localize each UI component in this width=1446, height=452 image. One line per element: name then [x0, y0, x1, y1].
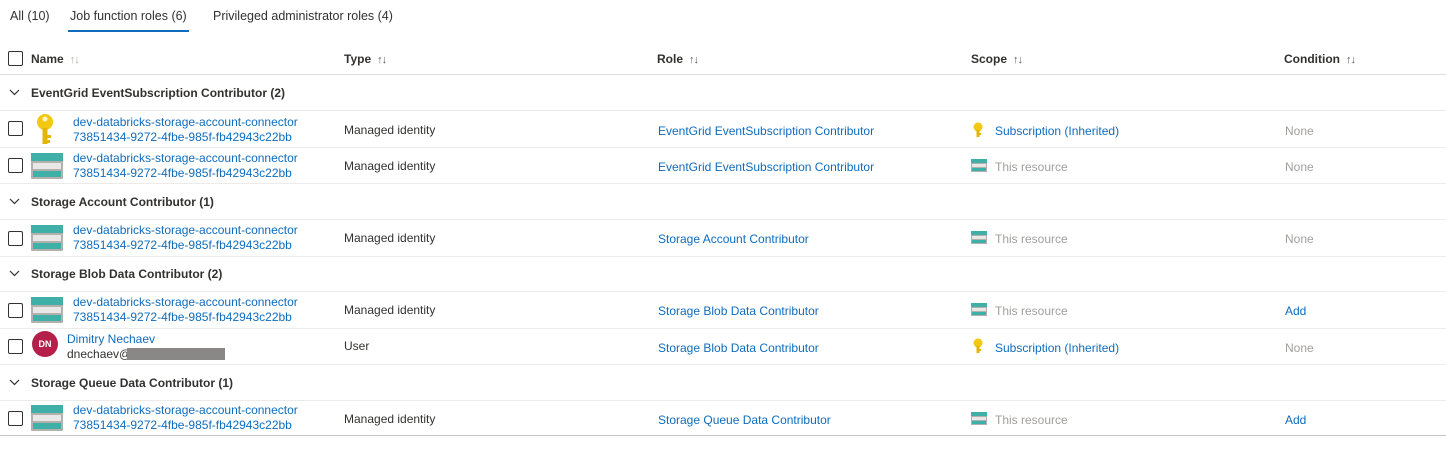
- principal-id[interactable]: 73851434-9272-4fbe-985f-fb42943c22bb: [73, 418, 292, 432]
- principal-id[interactable]: 73851434-9272-4fbe-985f-fb42943c22bb: [73, 166, 292, 180]
- principal-name-link[interactable]: dev-databricks-storage-account-connector: [73, 115, 298, 129]
- condition-cell: None: [1285, 341, 1314, 355]
- table-bottom-border: [0, 435, 1446, 436]
- key-icon: [973, 122, 983, 137]
- select-all-checkbox[interactable]: [8, 51, 23, 66]
- tab-all[interactable]: All (10): [10, 9, 50, 23]
- scope-cell: This resource: [995, 304, 1068, 318]
- sort-icon: ↑↓: [69, 54, 80, 66]
- key-icon: [37, 114, 53, 144]
- row-checkbox[interactable]: [8, 339, 23, 354]
- type-cell: Managed identity: [344, 123, 436, 137]
- row-checkbox[interactable]: [8, 158, 23, 173]
- role-link[interactable]: Storage Blob Data Contributor: [658, 304, 819, 318]
- principal-name-link[interactable]: dev-databricks-storage-account-connector: [73, 151, 298, 165]
- storage-account-icon: [31, 297, 63, 323]
- avatar: DN: [32, 331, 58, 357]
- chevron-down-icon[interactable]: [9, 196, 20, 207]
- role-link[interactable]: Storage Blob Data Contributor: [658, 341, 819, 355]
- tab-privileged-administrator-roles[interactable]: Privileged administrator roles (4): [213, 9, 393, 23]
- sort-icon: ↑↓: [377, 54, 387, 66]
- group-header[interactable]: EventGrid EventSubscription Contributor …: [0, 75, 1446, 111]
- type-cell: Managed identity: [344, 412, 436, 426]
- table-row[interactable]: dev-databricks-storage-account-connector…: [0, 111, 1446, 148]
- principal-name-link[interactable]: dev-databricks-storage-account-connector: [73, 223, 298, 237]
- scope-link[interactable]: Subscription (Inherited): [995, 124, 1119, 138]
- storage-account-icon: [971, 412, 987, 425]
- table-row[interactable]: dev-databricks-storage-account-connector…: [0, 401, 1446, 435]
- scope-cell: This resource: [995, 413, 1068, 427]
- principal-id[interactable]: 73851434-9272-4fbe-985f-fb42943c22bb: [73, 130, 292, 144]
- storage-account-icon: [31, 405, 63, 431]
- table-header: Name ↑↓ Type ↑↓ Role ↑↓ Scope ↑↓ Condition ↑↓: [0, 44, 1446, 75]
- storage-account-icon: [31, 225, 63, 251]
- condition-add-link[interactable]: Add: [1285, 304, 1306, 318]
- principal-name-link[interactable]: dev-databricks-storage-account-connector: [73, 403, 298, 417]
- group-header[interactable]: Storage Queue Data Contributor (1): [0, 365, 1446, 401]
- role-tabs: All (10) Job function roles (6) Privileg…: [0, 0, 1446, 34]
- group-title: Storage Queue Data Contributor (1): [31, 376, 234, 390]
- type-cell: User: [344, 339, 370, 353]
- storage-account-icon: [971, 231, 987, 244]
- sort-icon: ↑↓: [689, 54, 699, 66]
- principal-id[interactable]: 73851434-9272-4fbe-985f-fb42943c22bb: [73, 310, 292, 324]
- group-header[interactable]: Storage Blob Data Contributor (2): [0, 256, 1446, 292]
- principal-name-link[interactable]: dev-databricks-storage-account-connector: [73, 295, 298, 309]
- principal-name-link[interactable]: Dimitry Nechaev: [67, 332, 155, 346]
- column-header-role[interactable]: Role ↑↓: [657, 52, 699, 66]
- storage-account-icon: [31, 153, 63, 179]
- tab-job-function-roles[interactable]: Job function roles (6): [68, 9, 189, 32]
- chevron-down-icon[interactable]: [9, 377, 20, 388]
- role-link[interactable]: Storage Queue Data Contributor: [658, 413, 831, 427]
- group-title: EventGrid EventSubscription Contributor …: [31, 86, 286, 100]
- scope-cell: This resource: [995, 160, 1068, 174]
- table-row[interactable]: dev-databricks-storage-account-connector…: [0, 148, 1446, 184]
- type-cell: Managed identity: [344, 159, 436, 173]
- sort-icon: ↑↓: [1345, 54, 1356, 66]
- column-header-condition[interactable]: Condition ↑↓: [1284, 52, 1356, 66]
- condition-add-link[interactable]: Add: [1285, 413, 1306, 427]
- scope-cell: This resource: [995, 232, 1068, 246]
- table-row[interactable]: DN Dimitry Nechaev dnechaev@ User Storag…: [0, 328, 1446, 365]
- principal-email: dnechaev@: [67, 347, 132, 361]
- principal-id[interactable]: 73851434-9272-4fbe-985f-fb42943c22bb: [73, 238, 292, 252]
- chevron-down-icon[interactable]: [9, 87, 20, 98]
- condition-cell: None: [1285, 232, 1314, 246]
- role-link[interactable]: Storage Account Contributor: [658, 232, 809, 246]
- condition-cell: None: [1285, 160, 1314, 174]
- redacted-block: [127, 348, 225, 360]
- row-checkbox[interactable]: [8, 303, 23, 318]
- type-cell: Managed identity: [344, 231, 436, 245]
- row-checkbox[interactable]: [8, 231, 23, 246]
- condition-cell: None: [1285, 124, 1314, 138]
- table-row[interactable]: dev-databricks-storage-account-connector…: [0, 220, 1446, 257]
- chevron-down-icon[interactable]: [9, 268, 20, 279]
- storage-account-icon: [971, 303, 987, 316]
- table-row[interactable]: dev-databricks-storage-account-connector…: [0, 292, 1446, 329]
- scope-link[interactable]: Subscription (Inherited): [995, 341, 1119, 355]
- role-link[interactable]: EventGrid EventSubscription Contributor: [658, 124, 874, 138]
- type-cell: Managed identity: [344, 303, 436, 317]
- key-icon: [973, 338, 983, 353]
- storage-account-icon: [971, 159, 987, 172]
- sort-icon: ↑↓: [1013, 54, 1023, 66]
- group-header[interactable]: Storage Account Contributor (1): [0, 184, 1446, 220]
- column-header-scope[interactable]: Scope ↑↓: [971, 52, 1023, 66]
- row-checkbox[interactable]: [8, 411, 23, 426]
- group-title: Storage Blob Data Contributor (2): [31, 267, 223, 281]
- row-checkbox[interactable]: [8, 121, 23, 136]
- role-link[interactable]: EventGrid EventSubscription Contributor: [658, 160, 874, 174]
- group-title: Storage Account Contributor (1): [31, 195, 214, 209]
- column-header-name[interactable]: Name ↑↓: [31, 52, 80, 66]
- column-header-type[interactable]: Type ↑↓: [344, 52, 387, 66]
